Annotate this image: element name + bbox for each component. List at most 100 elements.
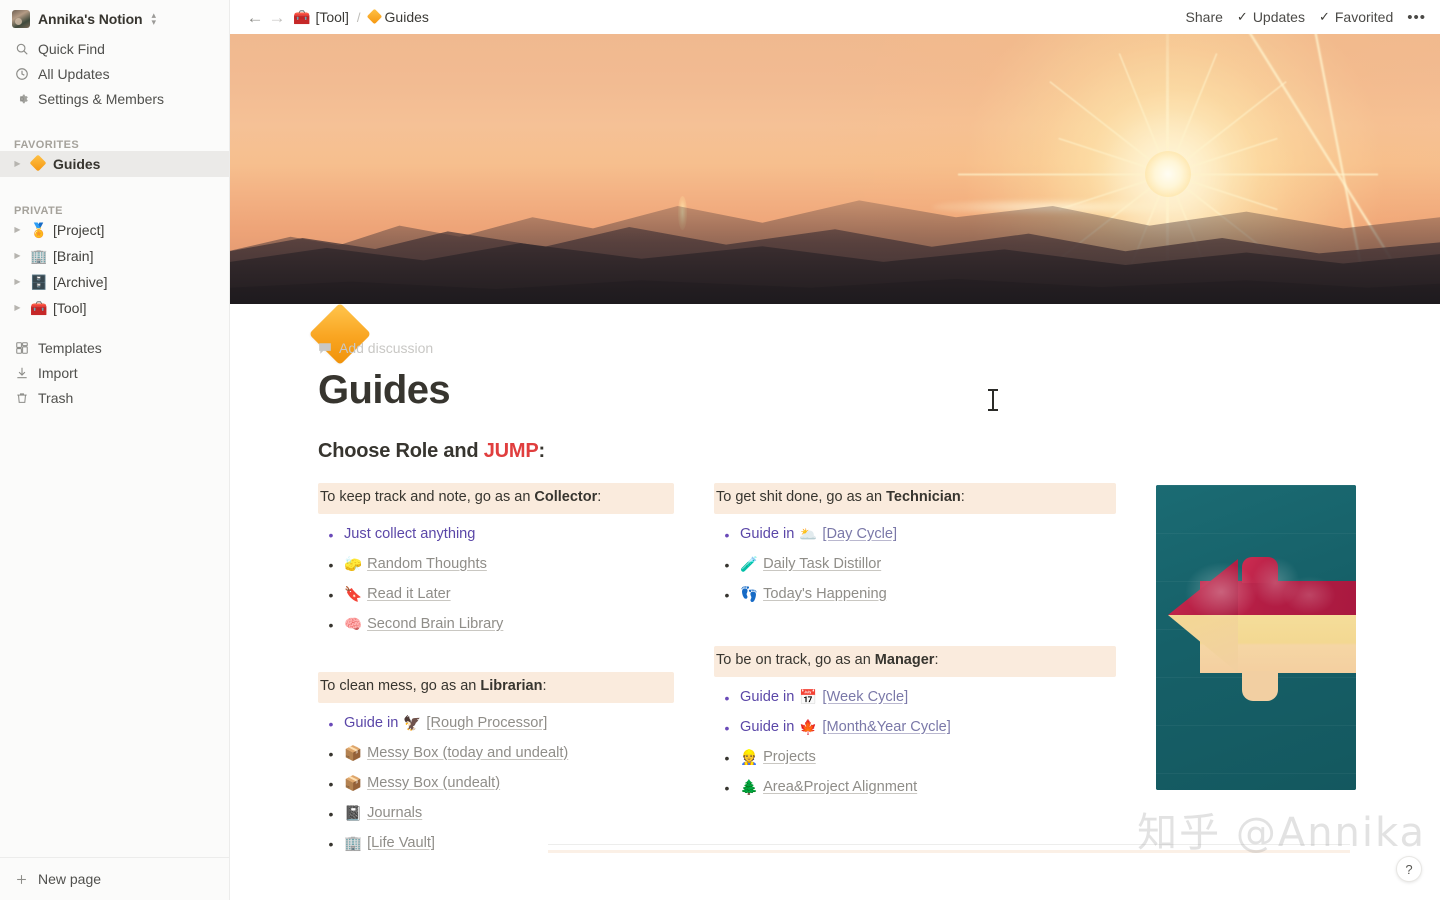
favorites-section-header: FAVORITES xyxy=(14,139,80,151)
callout-collector[interactable]: To keep track and note, go as an Collect… xyxy=(318,483,674,514)
breadcrumb-item-tool[interactable]: 🧰 [Tool] xyxy=(288,7,354,27)
arrow-right-icon[interactable]: → xyxy=(266,9,288,26)
import-icon xyxy=(14,365,29,380)
page-link[interactable]: Projects xyxy=(763,747,816,769)
sidebar-item-label: All Updates xyxy=(38,65,110,82)
list-item[interactable]: • 📦 Messy Box (today and undealt) xyxy=(318,739,674,769)
sidebar-item-settings-members[interactable]: Settings & Members xyxy=(0,86,229,111)
list-item[interactable]: • Guide in 📅 [Week Cycle] xyxy=(714,683,1116,713)
bird-icon: 🦅 xyxy=(403,715,422,732)
sidebar-item-archive[interactable]: ▶ 🗄️ [Archive] xyxy=(0,269,229,295)
sidebar-item-quick-find[interactable]: Quick Find xyxy=(0,36,229,61)
list-item[interactable]: • Guide in 🍁 [Month&Year Cycle] xyxy=(714,713,1116,743)
list-item[interactable]: • 🌲 Area&Project Alignment xyxy=(714,773,1116,803)
search-icon xyxy=(14,41,29,56)
chevron-right-icon[interactable]: ▶ xyxy=(12,160,23,168)
page-link[interactable]: [Rough Processor] xyxy=(426,713,547,735)
arrow-left-icon[interactable]: ← xyxy=(244,9,266,26)
chevron-right-icon[interactable]: ▶ xyxy=(12,278,23,286)
bullet-icon: • xyxy=(328,556,334,573)
new-page-button[interactable]: New page xyxy=(0,858,229,900)
list-item[interactable]: • 🔖 Read it Later xyxy=(318,580,674,610)
sidebar: Annika's Notion ▴ ▾ Quick Find All Update… xyxy=(0,0,230,900)
breadcrumb-item-guides[interactable]: Guides xyxy=(364,7,434,27)
clock-icon xyxy=(14,66,29,81)
callout-suffix: : xyxy=(960,489,965,505)
share-button[interactable]: Share xyxy=(1186,9,1223,25)
chevron-right-icon[interactable]: ▶ xyxy=(12,226,23,234)
list-item[interactable]: • 🧪 Daily Task Distillor xyxy=(714,550,1116,580)
chevron-updown-icon: ▴ ▾ xyxy=(151,10,157,27)
workspace-switcher[interactable]: Annika's Notion ▴ ▾ xyxy=(0,2,229,36)
sidebar-item-import[interactable]: Import xyxy=(0,360,229,385)
sidebar-item-project[interactable]: ▶ 🏅 [Project] xyxy=(0,217,229,243)
list-item[interactable]: • 👷 Projects xyxy=(714,743,1116,773)
package-icon: 📦 xyxy=(344,745,363,762)
notebook-icon: 📓 xyxy=(344,805,363,822)
workspace-avatar xyxy=(12,10,30,28)
sidebar-item-templates[interactable]: Templates xyxy=(0,335,229,360)
list-item[interactable]: • Guide in 🦅 [Rough Processor] xyxy=(318,709,674,739)
sidebar-item-trash[interactable]: Trash xyxy=(0,385,229,410)
list-item[interactable]: • Guide in 🌥️ [Day Cycle] xyxy=(714,520,1116,550)
page-link[interactable]: [Life Vault] xyxy=(367,833,435,855)
page-link[interactable]: Journals xyxy=(367,803,422,825)
page-link[interactable]: Read it Later xyxy=(367,584,451,606)
list-item[interactable]: • 📓 Journals xyxy=(318,799,674,829)
check-icon: ✓ xyxy=(1318,9,1330,24)
bullet-icon: • xyxy=(328,526,334,543)
item-lead: Guide in xyxy=(344,714,399,731)
page-link[interactable]: [Month&Year Cycle] xyxy=(822,717,950,739)
page-cover-image[interactable] xyxy=(230,34,1440,304)
page-link[interactable]: [Week Cycle] xyxy=(822,687,908,709)
bullet-icon: • xyxy=(724,526,730,543)
updates-label: Updates xyxy=(1252,9,1305,25)
brain-icon: 🧠 xyxy=(344,616,363,633)
bullet-icon: • xyxy=(328,616,334,633)
list-manager: • Guide in 📅 [Week Cycle] • Guide in 🍁 [Mont… xyxy=(714,683,1116,803)
page-link[interactable]: Today's Happening xyxy=(763,584,887,606)
callout-librarian[interactable]: To clean mess, go as an Librarian: xyxy=(318,671,674,703)
bullet-icon: • xyxy=(328,586,334,603)
page-link[interactable]: Random Thoughts xyxy=(367,554,487,576)
page-link[interactable]: Second Brain Library xyxy=(367,614,503,636)
page-title[interactable]: Guides xyxy=(318,368,1380,412)
callout-prefix: To clean mess, go as an xyxy=(320,677,481,694)
favorited-button[interactable]: ✓ Favorited xyxy=(1319,9,1393,25)
page-link[interactable]: Messy Box (undealt) xyxy=(367,773,500,795)
help-button[interactable]: ? xyxy=(1396,856,1422,882)
list-item[interactable]: • 🧽 Random Thoughts xyxy=(318,550,674,580)
arrow-photo-block[interactable] xyxy=(1156,485,1356,790)
main-content-area: ← → 🧰 [Tool] / Guides Share ✓ Updates ✓ … xyxy=(230,0,1440,900)
sidebar-item-label: [Project] xyxy=(53,222,105,238)
list-item[interactable]: • 🧠 Second Brain Library xyxy=(318,610,674,640)
sidebar-item-all-updates[interactable]: All Updates xyxy=(0,61,229,86)
page-link[interactable]: [Day Cycle] xyxy=(822,524,897,546)
list-item[interactable]: • Just collect anything xyxy=(318,520,674,550)
item-text: Just collect anything xyxy=(344,525,476,542)
sidebar-item-label: Trash xyxy=(38,389,74,406)
heading-highlight: JUMP xyxy=(483,440,539,462)
sidebar-item-brain[interactable]: ▶ 🏢 [Brain] xyxy=(0,243,229,269)
private-section-header: PRIVATE xyxy=(14,205,63,217)
chevron-right-icon[interactable]: ▶ xyxy=(12,252,23,260)
add-discussion-button[interactable]: Add discussion xyxy=(318,340,433,356)
favorited-label: Favorited xyxy=(1334,9,1394,25)
bullet-icon: • xyxy=(724,779,730,796)
chevron-right-icon[interactable]: ▶ xyxy=(12,304,23,312)
list-item[interactable]: • 👣 Today's Happening xyxy=(714,580,1116,610)
page-link[interactable]: Area&Project Alignment xyxy=(763,777,917,799)
updates-button[interactable]: ✓ Updates xyxy=(1237,9,1305,25)
callout-technician[interactable]: To get shit done, go as an Technician: xyxy=(714,483,1116,514)
page-link[interactable]: Daily Task Distillor xyxy=(763,554,881,576)
three-column-layout: To keep track and note, go as an Collect… xyxy=(318,483,1380,859)
more-horizontal-icon[interactable]: ••• xyxy=(1407,9,1426,26)
callout-manager[interactable]: To be on track, go as an Manager: xyxy=(714,645,1116,677)
sidebar-item-guides[interactable]: ▶ Guides xyxy=(0,151,229,177)
list-item[interactable]: • 📦 Messy Box (undealt) xyxy=(318,769,674,799)
bullet-icon: • xyxy=(724,586,730,603)
sidebar-item-tool[interactable]: ▶ 🧰 [Tool] xyxy=(0,295,229,321)
gear-icon xyxy=(14,91,29,106)
page-link[interactable]: Messy Box (today and undealt) xyxy=(367,743,568,765)
sidebar-item-label: Templates xyxy=(38,339,102,356)
